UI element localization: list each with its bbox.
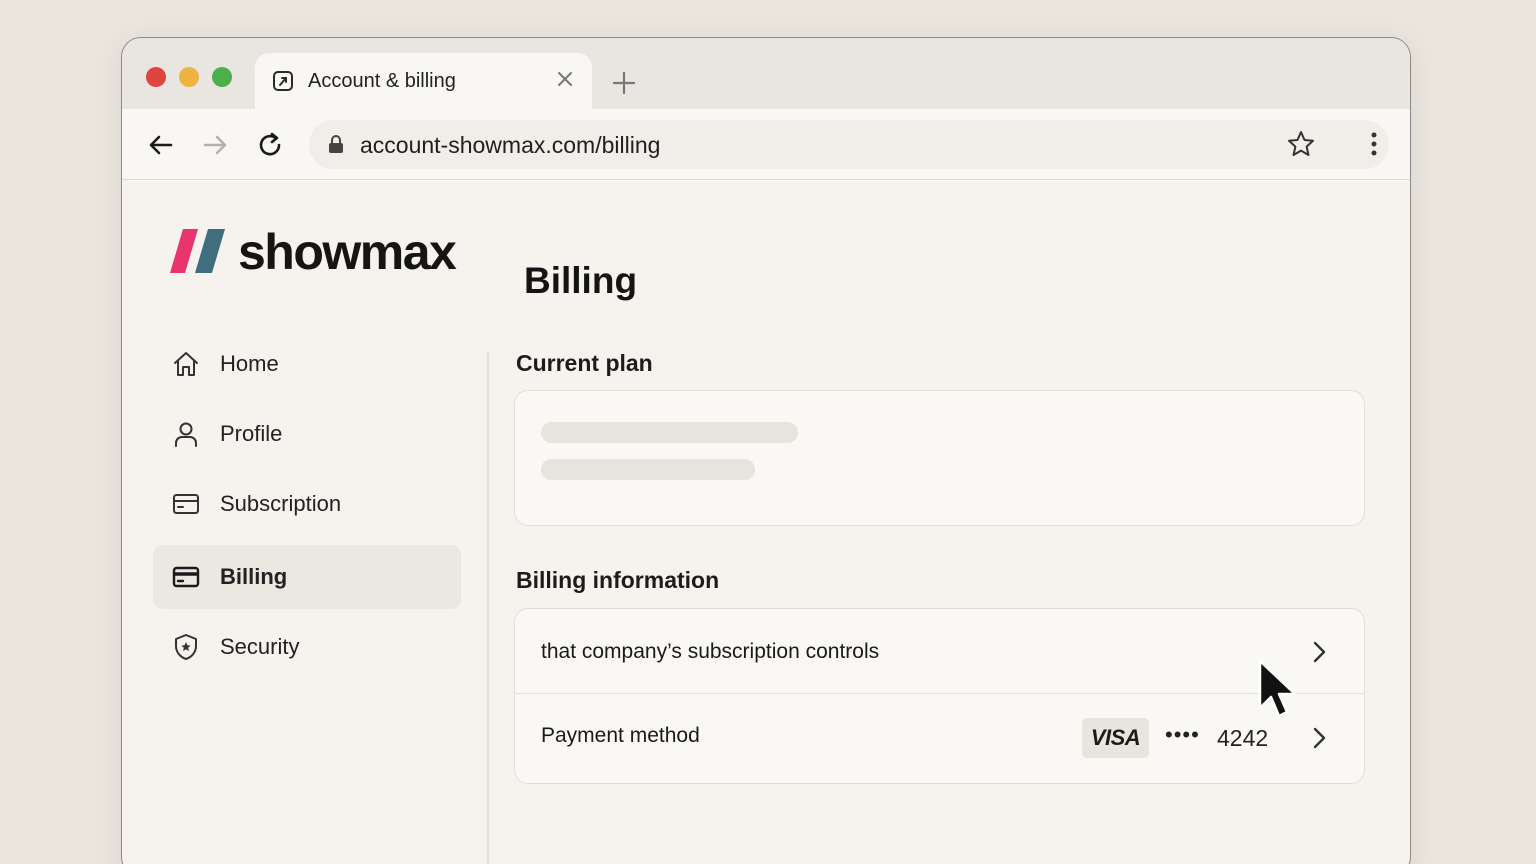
- browser-toolbar: account-showmax.com/billing: [122, 109, 1410, 180]
- sidebar-divider: [487, 351, 489, 864]
- maximize-window-button[interactable]: [212, 67, 232, 87]
- address-bar[interactable]: account-showmax.com/billing: [309, 120, 1389, 169]
- browser-window: Account & billing account-showmax.com/bi…: [121, 37, 1411, 864]
- reload-icon[interactable]: [255, 130, 285, 160]
- chevron-right-icon: [1313, 641, 1326, 663]
- loading-skeleton-line: [541, 459, 755, 480]
- sidebar-item-home[interactable]: Home: [153, 332, 461, 396]
- back-arrow-icon[interactable]: [146, 130, 176, 160]
- sidebar-item-label: Subscription: [220, 491, 342, 516]
- more-menu-icon[interactable]: [1359, 129, 1389, 159]
- card-last-four: 4242: [1217, 725, 1269, 751]
- brand-wordmark: showmax: [238, 224, 457, 280]
- sidebar-item-billing[interactable]: Billing: [153, 545, 461, 609]
- minimize-window-button[interactable]: [179, 67, 199, 87]
- browser-tab[interactable]: Account & billing: [255, 53, 592, 111]
- page-title: Billing: [524, 260, 638, 301]
- credit-card-icon: [172, 566, 200, 588]
- sidebar-item-profile[interactable]: Profile: [153, 402, 461, 466]
- bookmark-star-icon[interactable]: [1286, 129, 1316, 159]
- loading-skeleton-line: [541, 422, 798, 443]
- title-bar: Account & billing: [122, 38, 1410, 111]
- row-label: that company’s subscription controls: [541, 640, 880, 663]
- shield-icon: [175, 634, 197, 660]
- sidebar-item-label: Security: [220, 634, 300, 659]
- row-label: Payment method: [541, 724, 700, 747]
- sidebar-item-label: Profile: [220, 421, 283, 446]
- sidebar-item-label: Billing: [220, 564, 288, 589]
- forward-arrow-icon[interactable]: [200, 130, 230, 160]
- lock-icon: [329, 135, 343, 153]
- close-window-button[interactable]: [146, 67, 166, 87]
- billing-information-heading: Billing information: [516, 567, 720, 593]
- new-tab-icon[interactable]: [609, 68, 639, 98]
- url-text: account-showmax.com/billing: [360, 132, 661, 158]
- current-plan-card: [514, 390, 1365, 526]
- card-icon: [173, 494, 199, 514]
- masked-card-digits: ••••: [1165, 722, 1200, 747]
- showmax-logo-icon: [170, 229, 225, 273]
- sidebar-item-label: Home: [220, 351, 279, 376]
- visa-card-badge: VISA: [1082, 718, 1149, 758]
- page-favicon-icon: [273, 71, 293, 91]
- payment-method-row[interactable]: Payment method VISA •••• 4242: [515, 693, 1364, 783]
- billing-information-card: that company’s subscription controls Pay…: [514, 608, 1365, 784]
- sidebar-item-subscription[interactable]: Subscription: [153, 472, 461, 536]
- close-tab-icon[interactable]: [553, 67, 577, 91]
- sidebar-item-security[interactable]: Security: [153, 615, 461, 679]
- user-icon: [175, 422, 197, 447]
- mouse-cursor-icon: [1258, 659, 1297, 718]
- current-plan-heading: Current plan: [516, 350, 653, 376]
- subscription-controls-row[interactable]: that company’s subscription controls: [515, 609, 1364, 693]
- tab-title: Account & billing: [308, 70, 456, 92]
- chevron-right-icon: [1313, 727, 1326, 749]
- home-icon: [174, 352, 198, 376]
